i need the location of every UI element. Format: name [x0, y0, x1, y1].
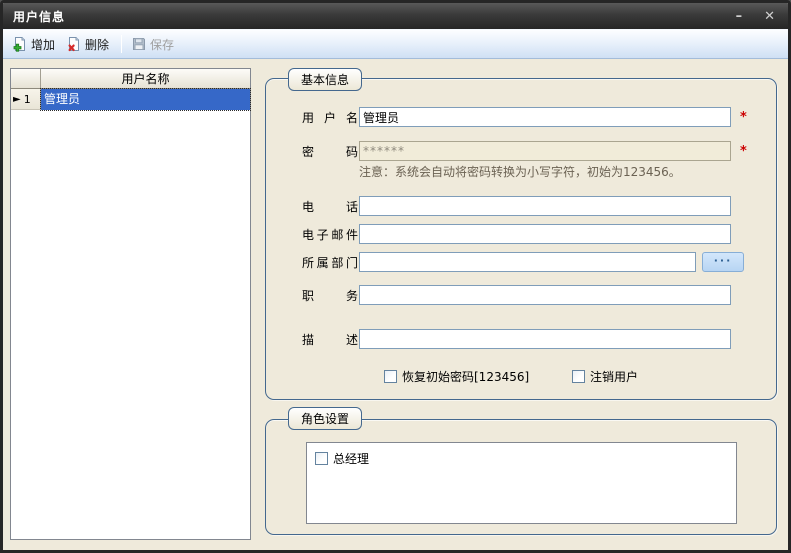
phone-row: 电话: [302, 196, 731, 216]
description-label: 描述: [302, 331, 358, 348]
grid-corner-cell[interactable]: [11, 69, 41, 89]
department-label: 所属部门: [302, 254, 358, 271]
reset-password-checkbox-item[interactable]: 恢复初始密码[123456]: [384, 368, 529, 385]
deactivate-user-checkbox-item[interactable]: 注销用户: [572, 368, 638, 385]
password-note: 注意：系统会自动将密码转换为小写字符，初始为123456。: [359, 163, 681, 180]
row-marker-icon: ►: [13, 94, 21, 105]
delete-button[interactable]: 删除: [62, 33, 116, 56]
password-row: 密码 *: [302, 141, 747, 161]
password-label: 密码: [302, 143, 358, 160]
email-label: 电子邮件: [302, 226, 358, 243]
department-browse-button[interactable]: ···: [702, 252, 744, 272]
username-required-mark: *: [740, 110, 747, 125]
username-field[interactable]: [359, 107, 731, 127]
grid-column-header[interactable]: 用户名称: [41, 69, 250, 89]
position-label: 职务: [302, 287, 358, 304]
delete-button-label: 删除: [85, 36, 109, 53]
phone-label: 电话: [302, 198, 358, 215]
department-row: 所属部门 ···: [302, 252, 744, 272]
role-item[interactable]: 总经理: [315, 450, 728, 467]
role-settings-group: 角色设置 总经理: [265, 419, 777, 535]
table-row[interactable]: ► 1 管理员: [11, 89, 250, 110]
window-controls: – ✕: [733, 10, 778, 23]
deactivate-user-label: 注销用户: [590, 368, 638, 385]
roles-listbox[interactable]: 总经理: [306, 442, 737, 524]
options-row: 恢复初始密码[123456] 注销用户: [266, 368, 776, 384]
user-list-grid: 用户名称 ► 1 管理员: [10, 68, 251, 540]
role-checkbox[interactable]: [315, 452, 328, 465]
save-floppy-icon: [131, 36, 147, 52]
position-field[interactable]: [359, 285, 731, 305]
window-title: 用户信息: [13, 8, 65, 25]
username-row: 用户名 *: [302, 107, 747, 127]
add-button-label: 增加: [31, 36, 55, 53]
close-button[interactable]: ✕: [761, 10, 778, 23]
grid-header-row: 用户名称: [11, 69, 250, 89]
department-field[interactable]: [359, 252, 696, 272]
save-button-label: 保存: [150, 36, 174, 53]
deactivate-user-checkbox[interactable]: [572, 370, 585, 383]
basic-info-group: 基本信息 用户名 * 密码 * 注意：系统会自动将密码转换为小写字符，初始为12…: [265, 78, 777, 400]
basic-info-group-title: 基本信息: [288, 68, 362, 91]
row-header-cell[interactable]: ► 1: [11, 89, 41, 110]
password-required-mark: *: [740, 144, 747, 159]
email-row: 电子邮件: [302, 224, 731, 244]
phone-field[interactable]: [359, 196, 731, 216]
role-settings-group-title: 角色设置: [288, 407, 362, 430]
position-row: 职务: [302, 285, 731, 305]
toolbar: 增加 删除 保存: [3, 29, 788, 59]
save-button[interactable]: 保存: [127, 33, 181, 56]
toolbar-separator: [121, 35, 122, 53]
username-label: 用户名: [302, 109, 358, 126]
reset-password-checkbox[interactable]: [384, 370, 397, 383]
user-info-window: 用户信息 – ✕ 增加: [0, 0, 791, 553]
row-number: 1: [24, 93, 31, 106]
description-row: 描述: [302, 329, 731, 349]
description-field[interactable]: [359, 329, 731, 349]
password-field: [359, 141, 731, 161]
reset-password-label: 恢复初始密码[123456]: [402, 368, 529, 385]
add-button[interactable]: 增加: [8, 33, 62, 56]
add-user-icon: [12, 36, 28, 52]
role-label: 总经理: [333, 450, 369, 467]
email-field[interactable]: [359, 224, 731, 244]
delete-user-icon: [66, 36, 82, 52]
title-bar: 用户信息 – ✕: [3, 3, 788, 29]
user-name-cell[interactable]: 管理员: [41, 89, 250, 110]
minimize-button[interactable]: –: [733, 10, 746, 23]
